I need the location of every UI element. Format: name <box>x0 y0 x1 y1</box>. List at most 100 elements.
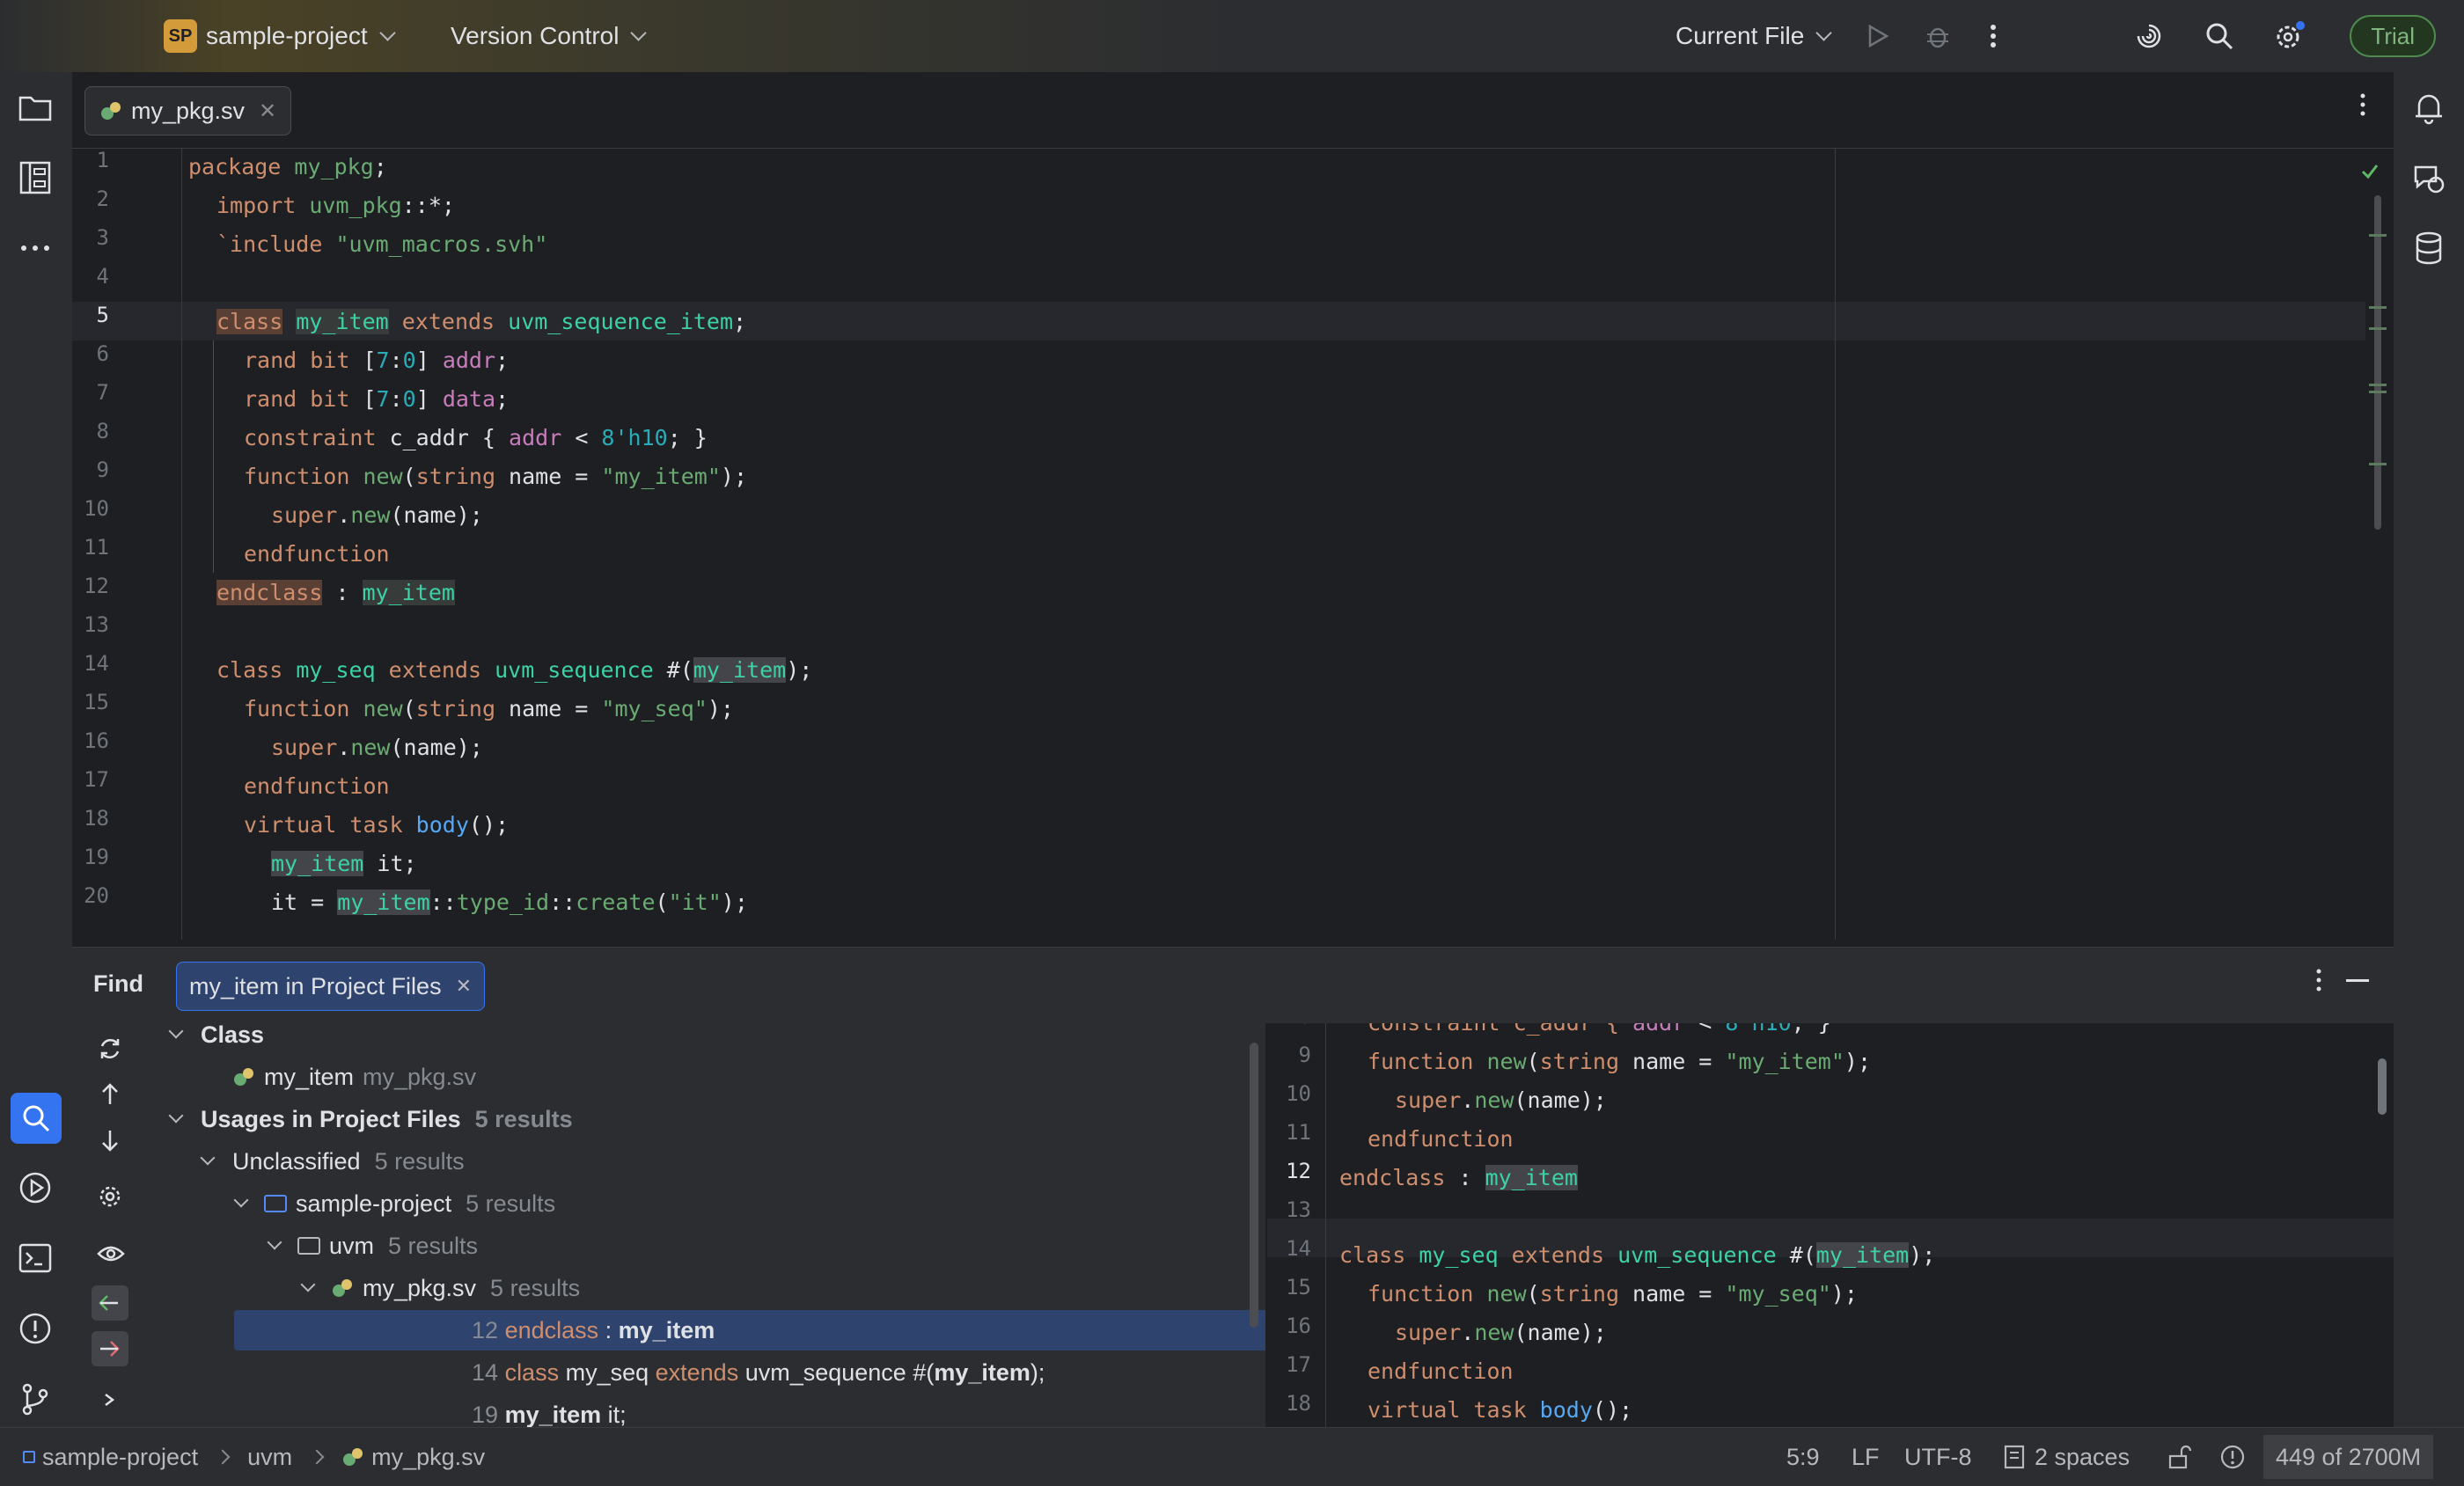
left-tool-strip <box>0 72 72 1427</box>
preview-toggle-button[interactable] <box>97 1243 125 1270</box>
code-area[interactable]: package my_pkg; import uvm_pkg::*; `incl… <box>188 148 1825 940</box>
usage-row[interactable]: 19 my_item it; <box>472 1394 627 1428</box>
code-line: endfunction <box>244 773 390 799</box>
readonly-toggle[interactable] <box>2167 1442 2191 1472</box>
minimize-icon[interactable] <box>2346 979 2369 982</box>
breadcrumb-folder[interactable]: uvm <box>247 1444 292 1471</box>
ai-chat-icon <box>2414 165 2445 194</box>
tree-group-label: Usages in Project Files <box>201 1106 461 1132</box>
caret-position[interactable]: 5:9 <box>1786 1442 1820 1472</box>
gutter: 1 2 3 4 5 6 7 8 9 10 11 12 13 14 15 16 1… <box>65 148 118 940</box>
tree-group-class[interactable]: Class <box>168 1023 264 1055</box>
git-tool-button[interactable] <box>16 1380 55 1418</box>
systemverilog-file-icon <box>234 1068 253 1086</box>
write-access-icon <box>100 1341 120 1357</box>
more-tools-button[interactable] <box>16 229 55 267</box>
breadcrumb-project[interactable]: sample-project <box>42 1444 198 1471</box>
tree-count: 5 results <box>466 1190 556 1217</box>
editor-tabs-menu-button[interactable] <box>2358 92 2367 124</box>
line-number: 16 <box>1286 1314 1311 1338</box>
line-number: 6 <box>96 341 109 366</box>
editor-tab-my-pkg[interactable]: my_pkg.sv ✕ <box>84 86 292 135</box>
find-tool-button[interactable] <box>11 1093 62 1144</box>
memory-label: 449 of 2700M <box>2276 1443 2422 1470</box>
inspections-button[interactable] <box>2219 1442 2246 1472</box>
preview-scrollbar-thumb[interactable] <box>2378 1058 2387 1115</box>
terminal-tool-button[interactable] <box>16 1239 55 1277</box>
run-button[interactable] <box>1864 18 1890 55</box>
tree-item-file: my_pkg.sv <box>363 1064 477 1090</box>
ai-chat-button[interactable] <box>2409 158 2448 197</box>
show-read-access-button[interactable] <box>92 1285 128 1321</box>
next-occurrence-button[interactable] <box>97 1127 123 1160</box>
tree-node-label: uvm <box>329 1233 375 1259</box>
trial-badge[interactable]: Trial <box>2350 15 2436 57</box>
line-number: 10 <box>84 496 109 521</box>
code-line: constraint c_addr { addr < 8'h10; } <box>244 425 708 450</box>
find-settings-button[interactable] <box>97 1183 123 1216</box>
tree-item-label: my_item <box>264 1064 355 1090</box>
tree-item-class[interactable]: my_item my_pkg.sv <box>232 1057 476 1097</box>
run-config-selector[interactable]: Current File <box>1676 18 1832 55</box>
usage-row-selected[interactable]: 12 endclass : my_item <box>234 1310 1315 1351</box>
close-icon[interactable]: ✕ <box>259 99 276 124</box>
find-options-button[interactable] <box>2314 967 2323 999</box>
usage-row[interactable]: 14 class my_seq extends uvm_sequence #(m… <box>472 1352 1045 1393</box>
code-line: endfunction <box>1368 1126 1514 1152</box>
memory-indicator[interactable]: 449 of 2700M <box>2263 1435 2434 1479</box>
structure-tool-button[interactable] <box>16 158 55 197</box>
notifications-button[interactable] <box>2409 88 2448 127</box>
database-button[interactable] <box>2409 229 2448 267</box>
problems-tool-button[interactable] <box>16 1309 55 1348</box>
chevron-down-icon <box>200 1150 216 1166</box>
line-number: 9 <box>1298 1043 1311 1067</box>
vcs-menu[interactable]: Version Control <box>451 18 648 55</box>
search-everywhere-button[interactable] <box>2204 18 2235 55</box>
tree-node-label: Unclassified <box>232 1148 361 1175</box>
kebab-icon <box>1991 25 1996 48</box>
indent-settings[interactable]: 2 spaces <box>2003 1442 2130 1472</box>
usage-text: ); <box>1030 1359 1045 1386</box>
preview-pane[interactable]: 8 9 10 11 12 13 14 15 16 17 18 constrain… <box>1267 1023 2394 1428</box>
find-toolbar <box>90 1032 128 1419</box>
tree-node-unclassified[interactable]: Unclassified 5 results <box>200 1141 465 1182</box>
right-margin-guide <box>1835 148 1836 940</box>
rerun-button[interactable] <box>97 1036 123 1068</box>
project-switcher[interactable]: SP sample-project <box>164 18 396 55</box>
scroll-marker <box>2369 306 2387 309</box>
line-number: 16 <box>84 728 109 753</box>
line-number: 11 <box>1286 1120 1311 1145</box>
editor-scrollbar-thumb[interactable] <box>2374 195 2381 530</box>
tree-group-usages[interactable]: Usages in Project Files 5 results <box>168 1099 573 1139</box>
file-encoding[interactable]: UTF-8 <box>1904 1442 1972 1472</box>
tree-node-file[interactable]: my_pkg.sv 5 results <box>300 1268 580 1308</box>
close-icon[interactable]: ✕ <box>456 975 472 998</box>
line-number: 9 <box>96 458 109 482</box>
tree-node-project[interactable]: sample-project 5 results <box>233 1183 556 1224</box>
line-separator[interactable]: LF <box>1852 1442 1880 1472</box>
scroll-marker <box>2369 463 2387 465</box>
project-tool-button[interactable] <box>16 88 55 127</box>
breadcrumb-file[interactable]: my_pkg.sv <box>371 1444 485 1471</box>
scroll-marker <box>2369 384 2387 386</box>
ai-assistant-button[interactable] <box>2133 18 2165 55</box>
show-write-access-button[interactable] <box>92 1331 128 1366</box>
settings-button[interactable] <box>2272 18 2306 55</box>
module-folder-icon <box>264 1195 287 1212</box>
preview-gutter: 8 9 10 11 12 13 14 15 16 17 18 <box>1267 1023 1318 1428</box>
code-line: endfunction <box>1368 1358 1514 1384</box>
usage-match: my_item <box>618 1317 715 1343</box>
tree-node-folder[interactable]: uvm 5 results <box>267 1226 478 1266</box>
previous-occurrence-button[interactable] <box>97 1081 123 1114</box>
expand-toolbar-button[interactable] <box>100 1387 118 1415</box>
find-results-tab[interactable]: my_item in Project Files ✕ <box>176 962 486 1011</box>
debug-button[interactable] <box>1924 18 1952 55</box>
kebab-icon <box>2316 969 2321 992</box>
no-problems-check-icon[interactable] <box>2360 160 2380 179</box>
line-number: 18 <box>84 806 109 831</box>
results-scrollbar-thumb[interactable] <box>1250 1043 1258 1328</box>
services-tool-button[interactable] <box>16 1168 55 1207</box>
warning-circle-icon <box>2220 1445 2245 1469</box>
results-tree[interactable]: Class my_item my_pkg.sv Usages in Projec… <box>160 1023 1322 1428</box>
more-actions-button[interactable] <box>1989 18 1998 55</box>
